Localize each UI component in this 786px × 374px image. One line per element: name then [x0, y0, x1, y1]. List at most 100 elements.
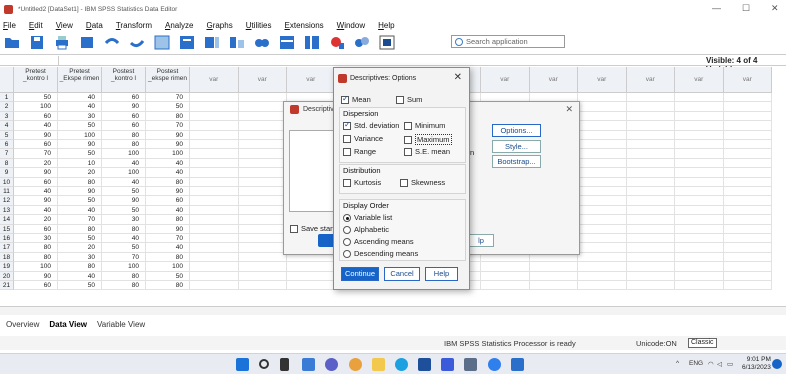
row-number[interactable]: 10 [0, 177, 14, 187]
split-file-icon[interactable] [329, 35, 345, 50]
empty-cell[interactable] [675, 215, 724, 225]
empty-cell[interactable] [238, 111, 287, 122]
empty-cell[interactable] [578, 177, 627, 187]
row-number[interactable]: 2 [0, 102, 14, 112]
empty-variable-header[interactable]: var [529, 67, 578, 93]
empty-cell[interactable] [723, 111, 772, 122]
data-cell[interactable]: 40 [14, 187, 58, 197]
data-cell[interactable]: 90 [14, 168, 58, 178]
data-cell[interactable]: 60 [102, 111, 146, 122]
empty-cell[interactable] [238, 130, 287, 140]
empty-cell[interactable] [723, 215, 772, 225]
empty-cell[interactable] [578, 168, 627, 178]
minimum-checkbox[interactable]: Minimum [404, 121, 445, 130]
empty-cell[interactable] [578, 234, 627, 244]
classic-mode-toggle[interactable]: Classic [688, 338, 717, 348]
data-cell[interactable]: 100 [102, 262, 146, 272]
empty-cell[interactable] [190, 271, 239, 281]
chat-icon[interactable] [325, 358, 338, 371]
data-cell[interactable]: 100 [58, 130, 102, 140]
empty-cell[interactable] [529, 281, 578, 291]
empty-cell[interactable] [529, 262, 578, 272]
empty-cell[interactable] [190, 205, 239, 216]
data-cell[interactable]: 40 [14, 205, 58, 216]
empty-cell[interactable] [190, 93, 239, 103]
empty-cell[interactable] [238, 205, 287, 216]
data-cell[interactable]: 30 [58, 111, 102, 122]
std-deviation-check[interactable] [343, 120, 351, 130]
data-cell[interactable]: 80 [146, 281, 190, 291]
row-number[interactable]: 14 [0, 215, 14, 225]
empty-cell[interactable] [238, 262, 287, 272]
row-number[interactable]: 20 [0, 271, 14, 281]
data-cell[interactable]: 90 [14, 196, 58, 206]
empty-cell[interactable] [578, 93, 627, 103]
empty-cell[interactable] [238, 93, 287, 103]
empty-cell[interactable] [723, 140, 772, 150]
cancel-button[interactable]: Cancel [384, 267, 420, 281]
data-cell[interactable]: 60 [14, 111, 58, 122]
data-cell[interactable]: 80 [102, 140, 146, 150]
battery-icon[interactable]: ▭ [727, 360, 733, 368]
maximum-check[interactable] [404, 135, 412, 144]
empty-cell[interactable] [723, 271, 772, 281]
maximum-checkbox[interactable]: Maximum [404, 134, 452, 145]
data-cell[interactable]: 90 [102, 196, 146, 206]
data-cell[interactable]: 50 [58, 121, 102, 131]
data-cell[interactable]: 80 [58, 177, 102, 187]
menu-data[interactable]: Data [86, 21, 103, 30]
empty-cell[interactable] [626, 281, 675, 291]
data-cell[interactable]: 40 [14, 121, 58, 131]
data-cell[interactable]: 80 [58, 224, 102, 234]
minimize-button[interactable]: — [712, 3, 721, 13]
empty-cell[interactable] [723, 196, 772, 206]
empty-cell[interactable] [578, 187, 627, 197]
empty-cell[interactable] [626, 205, 675, 216]
empty-cell[interactable] [675, 140, 724, 150]
run-descriptives-icon[interactable] [229, 35, 245, 50]
insert-variable-icon[interactable] [304, 35, 320, 50]
empty-cell[interactable] [675, 224, 724, 234]
data-cell[interactable]: 50 [146, 271, 190, 281]
empty-cell[interactable] [675, 271, 724, 281]
empty-cell[interactable] [238, 102, 287, 112]
empty-cell[interactable] [238, 215, 287, 225]
empty-cell[interactable] [626, 102, 675, 112]
data-cell[interactable]: 80 [58, 262, 102, 272]
empty-cell[interactable] [578, 140, 627, 150]
data-cell[interactable]: 70 [14, 149, 58, 159]
se-mean-checkbox[interactable]: S.E. mean [404, 147, 450, 156]
cell-value-input[interactable] [58, 56, 782, 65]
empty-cell[interactable] [190, 196, 239, 206]
data-cell[interactable]: 90 [146, 130, 190, 140]
row-number[interactable]: 4 [0, 121, 14, 131]
empty-cell[interactable] [723, 102, 772, 112]
data-cell[interactable]: 40 [58, 93, 102, 103]
empty-cell[interactable] [238, 121, 287, 131]
options-button[interactable]: Options... [492, 124, 541, 137]
empty-cell[interactable] [723, 281, 772, 291]
data-cell[interactable]: 40 [146, 158, 190, 169]
data-cell[interactable]: 90 [14, 271, 58, 281]
data-cell[interactable]: 80 [146, 111, 190, 122]
empty-cell[interactable] [238, 149, 287, 159]
empty-cell[interactable] [723, 158, 772, 169]
descending-means-radio[interactable]: Descending means [343, 249, 418, 258]
data-cell[interactable]: 80 [146, 177, 190, 187]
store-icon[interactable] [418, 358, 431, 371]
data-cell[interactable]: 100 [102, 149, 146, 159]
tab-overview[interactable]: Overview [6, 320, 39, 329]
empty-cell[interactable] [723, 243, 772, 253]
goto-case-icon[interactable] [154, 35, 170, 50]
empty-cell[interactable] [578, 196, 627, 206]
variance-checkbox[interactable]: Variance [343, 134, 383, 143]
print-icon[interactable] [54, 35, 70, 50]
file-explorer-icon[interactable] [372, 358, 385, 371]
empty-cell[interactable] [675, 196, 724, 206]
menu-window[interactable]: Window [337, 21, 365, 30]
column-header[interactable]: Postest _kontro l [102, 67, 146, 93]
row-number[interactable]: 5 [0, 130, 14, 140]
menu-utilities[interactable]: Utilities [246, 21, 272, 30]
menu-graphs[interactable]: Graphs [206, 21, 232, 30]
weight-cases-icon[interactable] [354, 35, 370, 50]
